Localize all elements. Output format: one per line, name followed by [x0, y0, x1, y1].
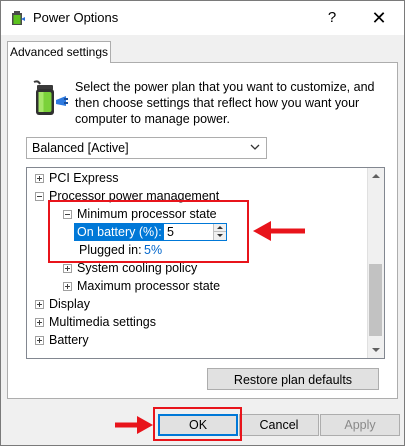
scroll-thumb[interactable] — [369, 264, 382, 336]
help-button[interactable]: ? — [317, 4, 347, 32]
power-options-window: Power Options ? ✕ Advanced settings Sele… — [0, 0, 405, 446]
chevron-down-icon — [250, 144, 260, 150]
tree-item-on-battery[interactable]: On battery (%): — [27, 223, 267, 241]
ok-button[interactable]: OK — [158, 414, 238, 436]
expand-icon[interactable] — [35, 300, 44, 309]
spin-down-icon[interactable] — [213, 232, 226, 240]
collapse-icon[interactable] — [63, 210, 72, 219]
expand-icon[interactable] — [35, 318, 44, 327]
power-plan-selected: Balanced [Active] — [32, 141, 129, 155]
expand-icon[interactable] — [63, 264, 72, 273]
window-title: Power Options — [33, 10, 119, 25]
on-battery-input[interactable] — [167, 224, 209, 240]
apply-button[interactable]: Apply — [320, 414, 400, 436]
title-bar: Power Options ? ✕ — [1, 1, 404, 35]
scroll-down-icon[interactable] — [368, 342, 384, 358]
plan-description: Select the power plan that you want to c… — [75, 80, 375, 126]
tab-advanced-settings[interactable]: Advanced settings — [7, 41, 111, 63]
spin-up-icon[interactable] — [213, 224, 226, 232]
battery-plug-icon — [33, 80, 68, 115]
on-battery-stepper[interactable] — [163, 223, 227, 241]
tree-scrollbar[interactable] — [367, 168, 384, 358]
on-battery-label: On battery (%): — [74, 223, 165, 241]
collapse-icon[interactable] — [35, 192, 44, 201]
power-options-icon — [12, 11, 25, 25]
close-button[interactable]: ✕ — [362, 4, 396, 32]
annotation-arrow-right-icon — [115, 416, 153, 434]
expand-icon[interactable] — [35, 336, 44, 345]
cancel-button[interactable]: Cancel — [239, 414, 319, 436]
plugged-in-value[interactable]: 5% — [144, 241, 162, 259]
scroll-up-icon[interactable] — [368, 168, 384, 184]
power-plan-dropdown[interactable]: Balanced [Active] — [26, 137, 267, 159]
restore-plan-defaults-button[interactable]: Restore plan defaults — [207, 368, 379, 390]
expand-icon[interactable] — [63, 282, 72, 291]
advanced-settings-panel: Select the power plan that you want to c… — [7, 62, 398, 399]
expand-icon[interactable] — [35, 174, 44, 183]
settings-tree[interactable]: PCI Express Processor power management M… — [26, 167, 385, 359]
